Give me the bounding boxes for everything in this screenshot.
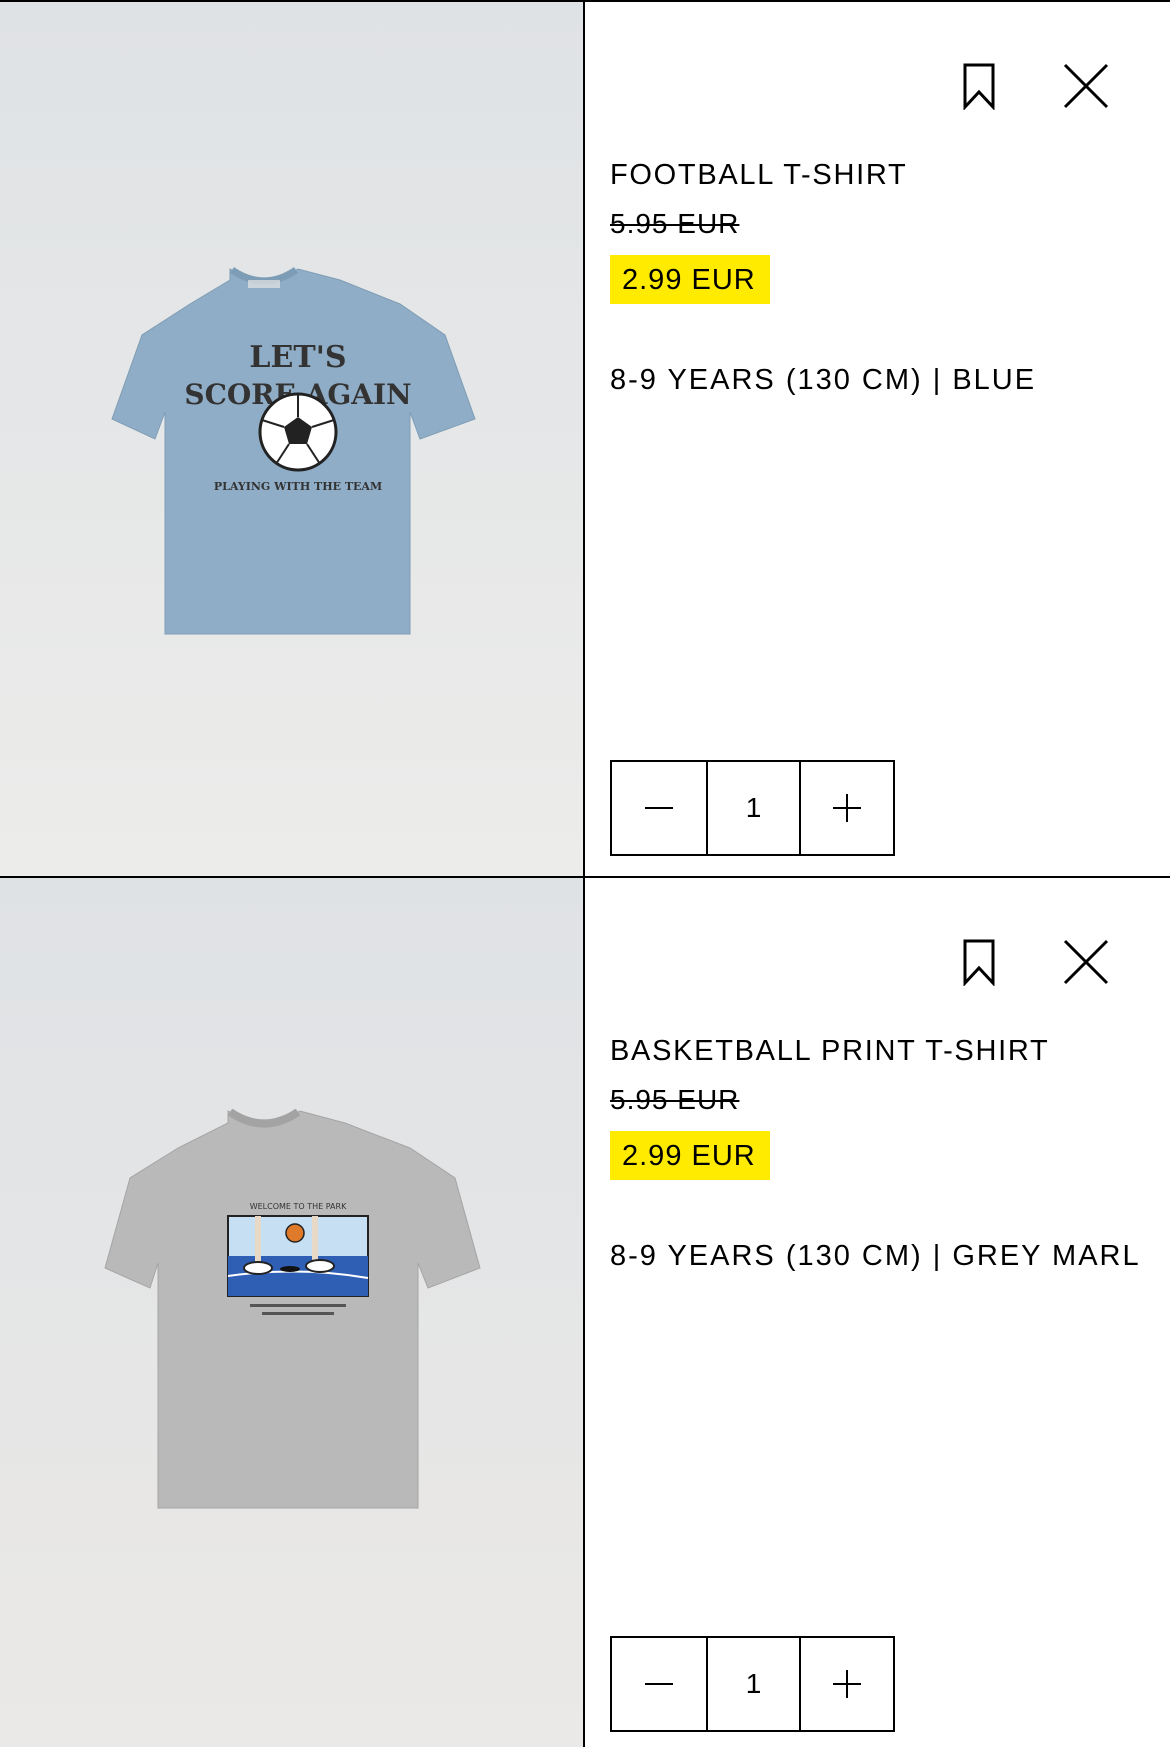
product-title[interactable]: FOOTBALL T-SHIRT [610,159,907,192]
increase-button[interactable] [799,762,893,854]
decrease-button[interactable] [612,762,706,854]
close-icon[interactable] [1062,938,1110,986]
close-icon[interactable] [1062,62,1110,110]
minus-icon [644,1683,673,1685]
product-image[interactable]: WELCOME TO THE PARK [0,878,585,1747]
quantity-stepper: 1 [610,760,895,856]
cart-item: WELCOME TO THE PARK BASKETBALL PRINT T-S… [0,878,1170,1747]
quantity-value: 1 [705,762,800,854]
bookmark-icon[interactable] [962,938,996,986]
increase-button[interactable] [799,1638,893,1730]
minus-icon [644,807,673,809]
print-playing: PLAYING WITH THE TEAM [214,480,382,493]
print-welcome: WELCOME TO THE PARK [250,1202,347,1211]
sale-price: 2.99 EUR [610,1131,770,1180]
sale-price: 2.99 EUR [610,255,770,304]
quantity-stepper: 1 [610,1636,895,1732]
cart-item: LET'S SCORE AGAIN PLAYING WITH THE TEAM … [0,2,1170,878]
original-price: 5.95 EUR [610,208,740,239]
variant-info: 8-9 YEARS (130 CM) | GREY MARL [610,1240,1141,1272]
print-lets: LET'S [249,340,346,375]
bookmark-icon[interactable] [962,62,996,110]
original-price: 5.95 EUR [610,1084,740,1115]
variant-info: 8-9 YEARS (130 CM) | BLUE [610,364,1037,396]
product-image[interactable]: LET'S SCORE AGAIN PLAYING WITH THE TEAM [0,2,585,876]
product-title[interactable]: BASKETBALL PRINT T-SHIRT [610,1035,1049,1068]
quantity-value: 1 [705,1638,800,1730]
plus-icon [833,794,862,822]
cart-list: LET'S SCORE AGAIN PLAYING WITH THE TEAM … [0,0,1170,1747]
plus-icon [833,1670,862,1698]
decrease-button[interactable] [612,1638,706,1730]
